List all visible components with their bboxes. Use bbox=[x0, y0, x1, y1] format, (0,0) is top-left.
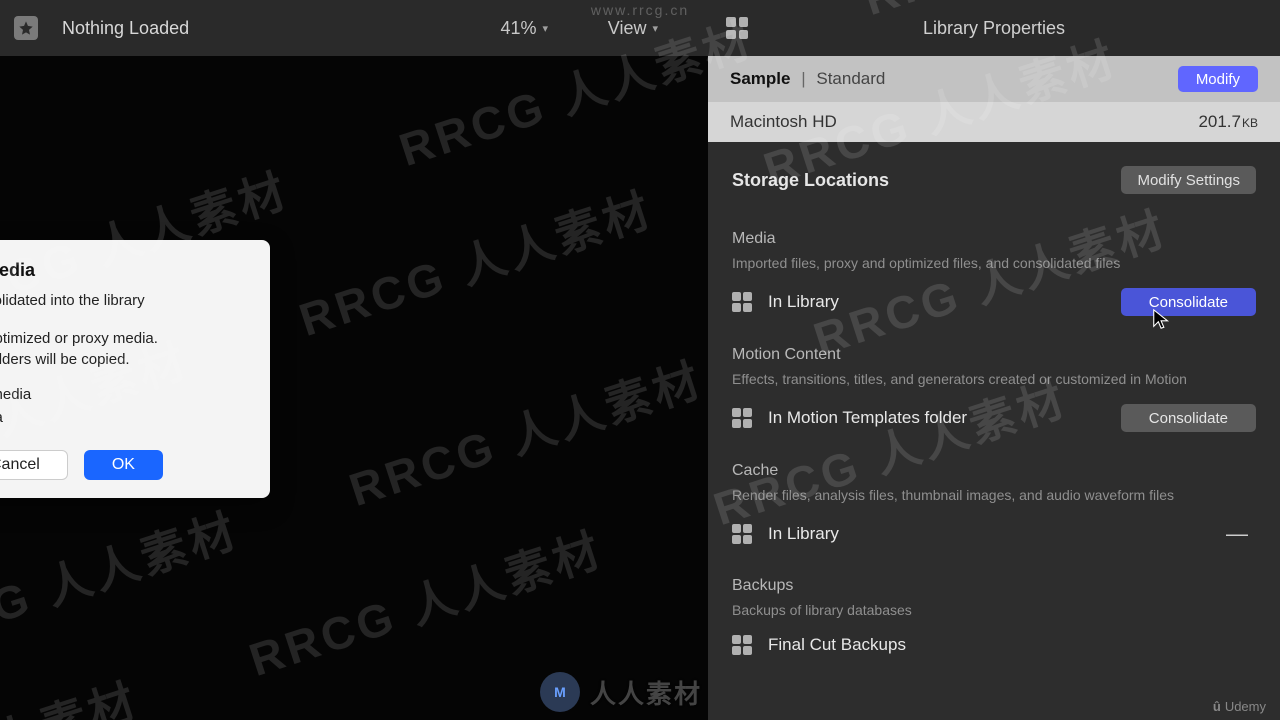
motion-desc: Effects, transitions, titles, and genera… bbox=[732, 370, 1256, 388]
consolidate-media-button[interactable]: Consolidate bbox=[1121, 288, 1256, 316]
consolidate-dialog: ry Media consolidated into the library b… bbox=[0, 240, 270, 498]
viewer-toolbar: Nothing Loaded 41% ▾ View ▾ bbox=[0, 0, 708, 56]
modify-settings-button[interactable]: Modify Settings bbox=[1121, 166, 1256, 194]
motion-group: Motion Content Effects, transitions, tit… bbox=[708, 334, 1280, 450]
disk-size-value: 201.7 bbox=[1198, 112, 1241, 131]
checkbox-proxy[interactable]: media bbox=[0, 409, 248, 426]
inspector-title: Library Properties bbox=[923, 18, 1065, 39]
library-name: Sample bbox=[730, 69, 790, 88]
backups-group: Backups Backups of library databases Fin… bbox=[708, 565, 1280, 673]
library-icon bbox=[732, 635, 752, 655]
view-label: View bbox=[608, 18, 647, 39]
library-name-row: Sample | Standard Modify bbox=[708, 56, 1280, 102]
storage-section: Storage Locations Modify Settings bbox=[708, 142, 1280, 218]
cache-dash: — bbox=[1226, 521, 1256, 547]
chevron-down-icon: ▾ bbox=[542, 22, 548, 35]
cache-location: In Library bbox=[732, 524, 839, 544]
library-icon bbox=[732, 292, 752, 312]
consolidate-motion-button[interactable]: Consolidate bbox=[1121, 404, 1256, 432]
checkbox-optimized[interactable]: zed media bbox=[0, 386, 248, 403]
zoom-value: 41% bbox=[500, 18, 536, 39]
motion-location-text: In Motion Templates folder bbox=[768, 408, 967, 428]
library-standard: Standard bbox=[816, 69, 885, 88]
media-desc: Imported files, proxy and optimized file… bbox=[732, 254, 1256, 272]
media-location-text: In Library bbox=[768, 292, 839, 312]
ok-button[interactable]: OK bbox=[84, 450, 163, 480]
library-icon bbox=[732, 524, 752, 544]
viewer-pane: Nothing Loaded 41% ▾ View ▾ ry Media con… bbox=[0, 0, 708, 720]
dialog-title: ry Media bbox=[0, 260, 248, 281]
disk-size-unit: KB bbox=[1242, 116, 1258, 130]
grid-icon[interactable] bbox=[726, 17, 748, 39]
motion-title: Motion Content bbox=[732, 346, 1256, 364]
motion-location: In Motion Templates folder bbox=[732, 408, 967, 428]
cache-desc: Render files, analysis files, thumbnail … bbox=[732, 486, 1256, 504]
cache-group: Cache Render files, analysis files, thum… bbox=[708, 450, 1280, 564]
viewer-title: Nothing Loaded bbox=[62, 18, 189, 39]
cancel-button[interactable]: Cancel bbox=[0, 450, 68, 480]
library-summary: Sample | Standard Modify Macintosh HD 20… bbox=[708, 56, 1280, 142]
backups-desc: Backups of library databases bbox=[732, 601, 1256, 619]
library-icon bbox=[732, 408, 752, 428]
disk-name: Macintosh HD bbox=[730, 112, 837, 132]
backups-title: Backups bbox=[732, 577, 1256, 595]
dialog-subtitle: consolidated into the library bbox=[0, 291, 248, 311]
view-dropdown[interactable]: View ▾ bbox=[608, 18, 658, 39]
favorite-icon[interactable] bbox=[14, 16, 38, 40]
inspector-toolbar: Library Properties bbox=[708, 0, 1280, 56]
modify-button[interactable]: Modify bbox=[1178, 66, 1258, 92]
inspector-pane: Library Properties Sample | Standard Mod… bbox=[708, 0, 1280, 720]
media-location: In Library bbox=[732, 292, 839, 312]
cache-title: Cache bbox=[732, 462, 1256, 480]
media-title: Media bbox=[732, 230, 1256, 248]
storage-header: Storage Locations bbox=[732, 170, 889, 191]
cache-location-text: In Library bbox=[768, 524, 839, 544]
backups-location: Final Cut Backups bbox=[732, 635, 906, 655]
zoom-dropdown[interactable]: 41% ▾ bbox=[500, 18, 548, 39]
library-disk-row: Macintosh HD 201.7KB bbox=[708, 102, 1280, 142]
dialog-description: ble optimized or proxy media. nal folder… bbox=[0, 329, 248, 370]
dialog-buttons: Cancel OK bbox=[0, 450, 248, 480]
chevron-down-icon: ▾ bbox=[652, 22, 658, 35]
app-root: Nothing Loaded 41% ▾ View ▾ ry Media con… bbox=[0, 0, 1280, 720]
media-group: Media Imported files, proxy and optimize… bbox=[708, 218, 1280, 334]
backups-location-text: Final Cut Backups bbox=[768, 635, 906, 655]
